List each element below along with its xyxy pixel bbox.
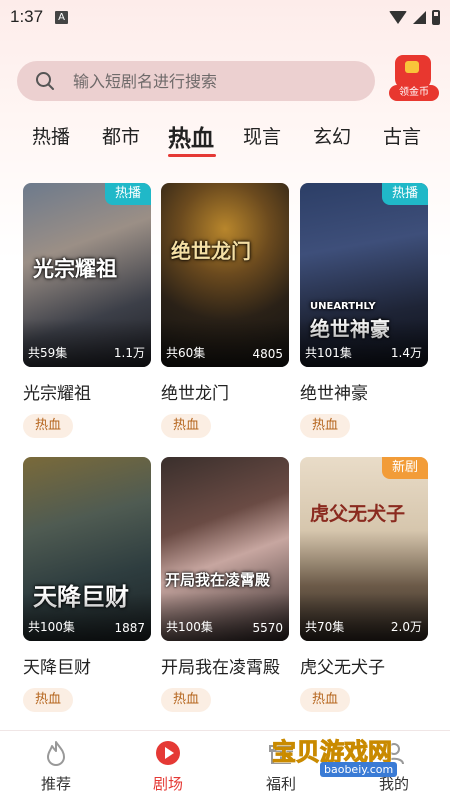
nav-recommend[interactable]: 推荐 bbox=[16, 731, 96, 800]
poster-title: 开局我在凌霄殿 bbox=[165, 571, 271, 589]
view-count: 1.1万 bbox=[113, 346, 145, 360]
drama-poster[interactable]: 天降巨财 共100集 1887 bbox=[23, 457, 151, 641]
status-time: 1:37 bbox=[10, 7, 44, 26]
tab-urban[interactable]: 都市 bbox=[102, 122, 140, 149]
drama-title[interactable]: 虎父无犬子 bbox=[300, 653, 428, 678]
episode-count: 共59集 bbox=[28, 346, 68, 360]
view-count: 4805 bbox=[252, 347, 283, 361]
nav-label: 剧场 bbox=[152, 775, 183, 793]
active-tab-indicator bbox=[168, 154, 216, 157]
episode-count: 共60集 bbox=[166, 346, 206, 360]
genre-tag[interactable]: 热血 bbox=[23, 414, 74, 438]
tab-ancient-romance[interactable]: 古言 bbox=[383, 122, 421, 149]
view-count: 1.4万 bbox=[390, 346, 422, 360]
drama-title[interactable]: 天降巨财 bbox=[23, 653, 151, 678]
get-coins-label: 领金币 bbox=[389, 85, 439, 101]
search-icon bbox=[35, 71, 55, 91]
episode-count: 共70集 bbox=[305, 620, 345, 634]
episode-count: 共100集 bbox=[166, 620, 213, 634]
drama-card[interactable]: 天降巨财 共100集 1887 天降巨财 热血 bbox=[23, 457, 151, 712]
view-count: 1887 bbox=[114, 621, 145, 635]
tab-fantasy[interactable]: 玄幻 bbox=[313, 122, 351, 149]
play-icon bbox=[154, 739, 182, 767]
search-input[interactable] bbox=[73, 71, 363, 91]
nav-theater[interactable]: 剧场 bbox=[128, 731, 208, 800]
genre-tag[interactable]: 热血 bbox=[300, 688, 351, 712]
status-indicators bbox=[389, 9, 440, 25]
category-tabs: 热播 都市 热血 现言 玄幻 古言 bbox=[0, 122, 450, 162]
poster-title: 光宗耀祖 bbox=[33, 256, 117, 281]
site-watermark: 宝贝游戏网 baobeiy.com bbox=[258, 712, 418, 782]
status-bar: 1:37 A bbox=[0, 0, 450, 34]
genre-tag[interactable]: 热血 bbox=[300, 414, 351, 438]
status-badge: 热播 bbox=[104, 183, 151, 205]
watermark-url: baobeiy.com bbox=[320, 762, 398, 777]
genre-tag[interactable]: 热血 bbox=[23, 688, 74, 712]
battery-icon bbox=[432, 9, 440, 25]
drama-card[interactable]: 绝世龙门 共60集 4805 绝世龙门 热血 bbox=[161, 183, 289, 438]
signal-icon bbox=[413, 10, 426, 24]
poster-subtitle: UNEARTHLY bbox=[310, 301, 376, 312]
tab-action[interactable]: 热血 bbox=[168, 119, 214, 153]
drama-card[interactable]: 虎父无犬子 新剧 共70集 2.0万 虎父无犬子 热血 bbox=[300, 457, 428, 712]
wifi-icon bbox=[389, 10, 407, 24]
genre-tag[interactable]: 热血 bbox=[161, 688, 212, 712]
poster-title: 绝世龙门 bbox=[171, 239, 251, 263]
episode-count: 共101集 bbox=[305, 346, 352, 360]
drama-title[interactable]: 开局我在凌霄殿 bbox=[161, 653, 289, 678]
drama-poster[interactable]: UNEARTHLY 绝世神豪 热播 共101集 1.4万 bbox=[300, 183, 428, 367]
tab-hot[interactable]: 热播 bbox=[32, 122, 70, 149]
drama-poster[interactable]: 开局我在凌霄殿 共100集 5570 bbox=[161, 457, 289, 641]
tab-modern-romance[interactable]: 现言 bbox=[243, 122, 281, 149]
drama-poster[interactable]: 绝世龙门 共60集 4805 bbox=[161, 183, 289, 367]
search-row: 领金币 bbox=[17, 55, 439, 103]
episode-count: 共100集 bbox=[28, 620, 75, 634]
genre-tag[interactable]: 热血 bbox=[161, 414, 212, 438]
drama-title[interactable]: 绝世神豪 bbox=[300, 379, 428, 404]
drama-poster[interactable]: 光宗耀祖 热播 共59集 1.1万 bbox=[23, 183, 151, 367]
red-envelope-icon bbox=[395, 55, 431, 89]
notification-a-icon: A bbox=[55, 10, 69, 24]
flame-icon bbox=[42, 739, 70, 767]
get-coins-button[interactable]: 领金币 bbox=[389, 55, 439, 103]
nav-label: 推荐 bbox=[40, 775, 71, 793]
drama-card[interactable]: 光宗耀祖 热播 共59集 1.1万 光宗耀祖 热血 bbox=[23, 183, 151, 438]
poster-title: 虎父无犬子 bbox=[310, 503, 406, 525]
view-count: 2.0万 bbox=[390, 620, 422, 634]
search-box[interactable] bbox=[17, 61, 375, 101]
status-badge: 热播 bbox=[381, 183, 428, 205]
drama-card[interactable]: 开局我在凌霄殿 共100集 5570 开局我在凌霄殿 热血 bbox=[161, 457, 289, 712]
drama-card[interactable]: UNEARTHLY 绝世神豪 热播 共101集 1.4万 绝世神豪 热血 bbox=[300, 183, 428, 438]
drama-title[interactable]: 光宗耀祖 bbox=[23, 379, 151, 404]
status-badge: 新剧 bbox=[381, 457, 428, 479]
drama-title[interactable]: 绝世龙门 bbox=[161, 379, 289, 404]
drama-poster[interactable]: 虎父无犬子 新剧 共70集 2.0万 bbox=[300, 457, 428, 641]
view-count: 5570 bbox=[252, 621, 283, 635]
